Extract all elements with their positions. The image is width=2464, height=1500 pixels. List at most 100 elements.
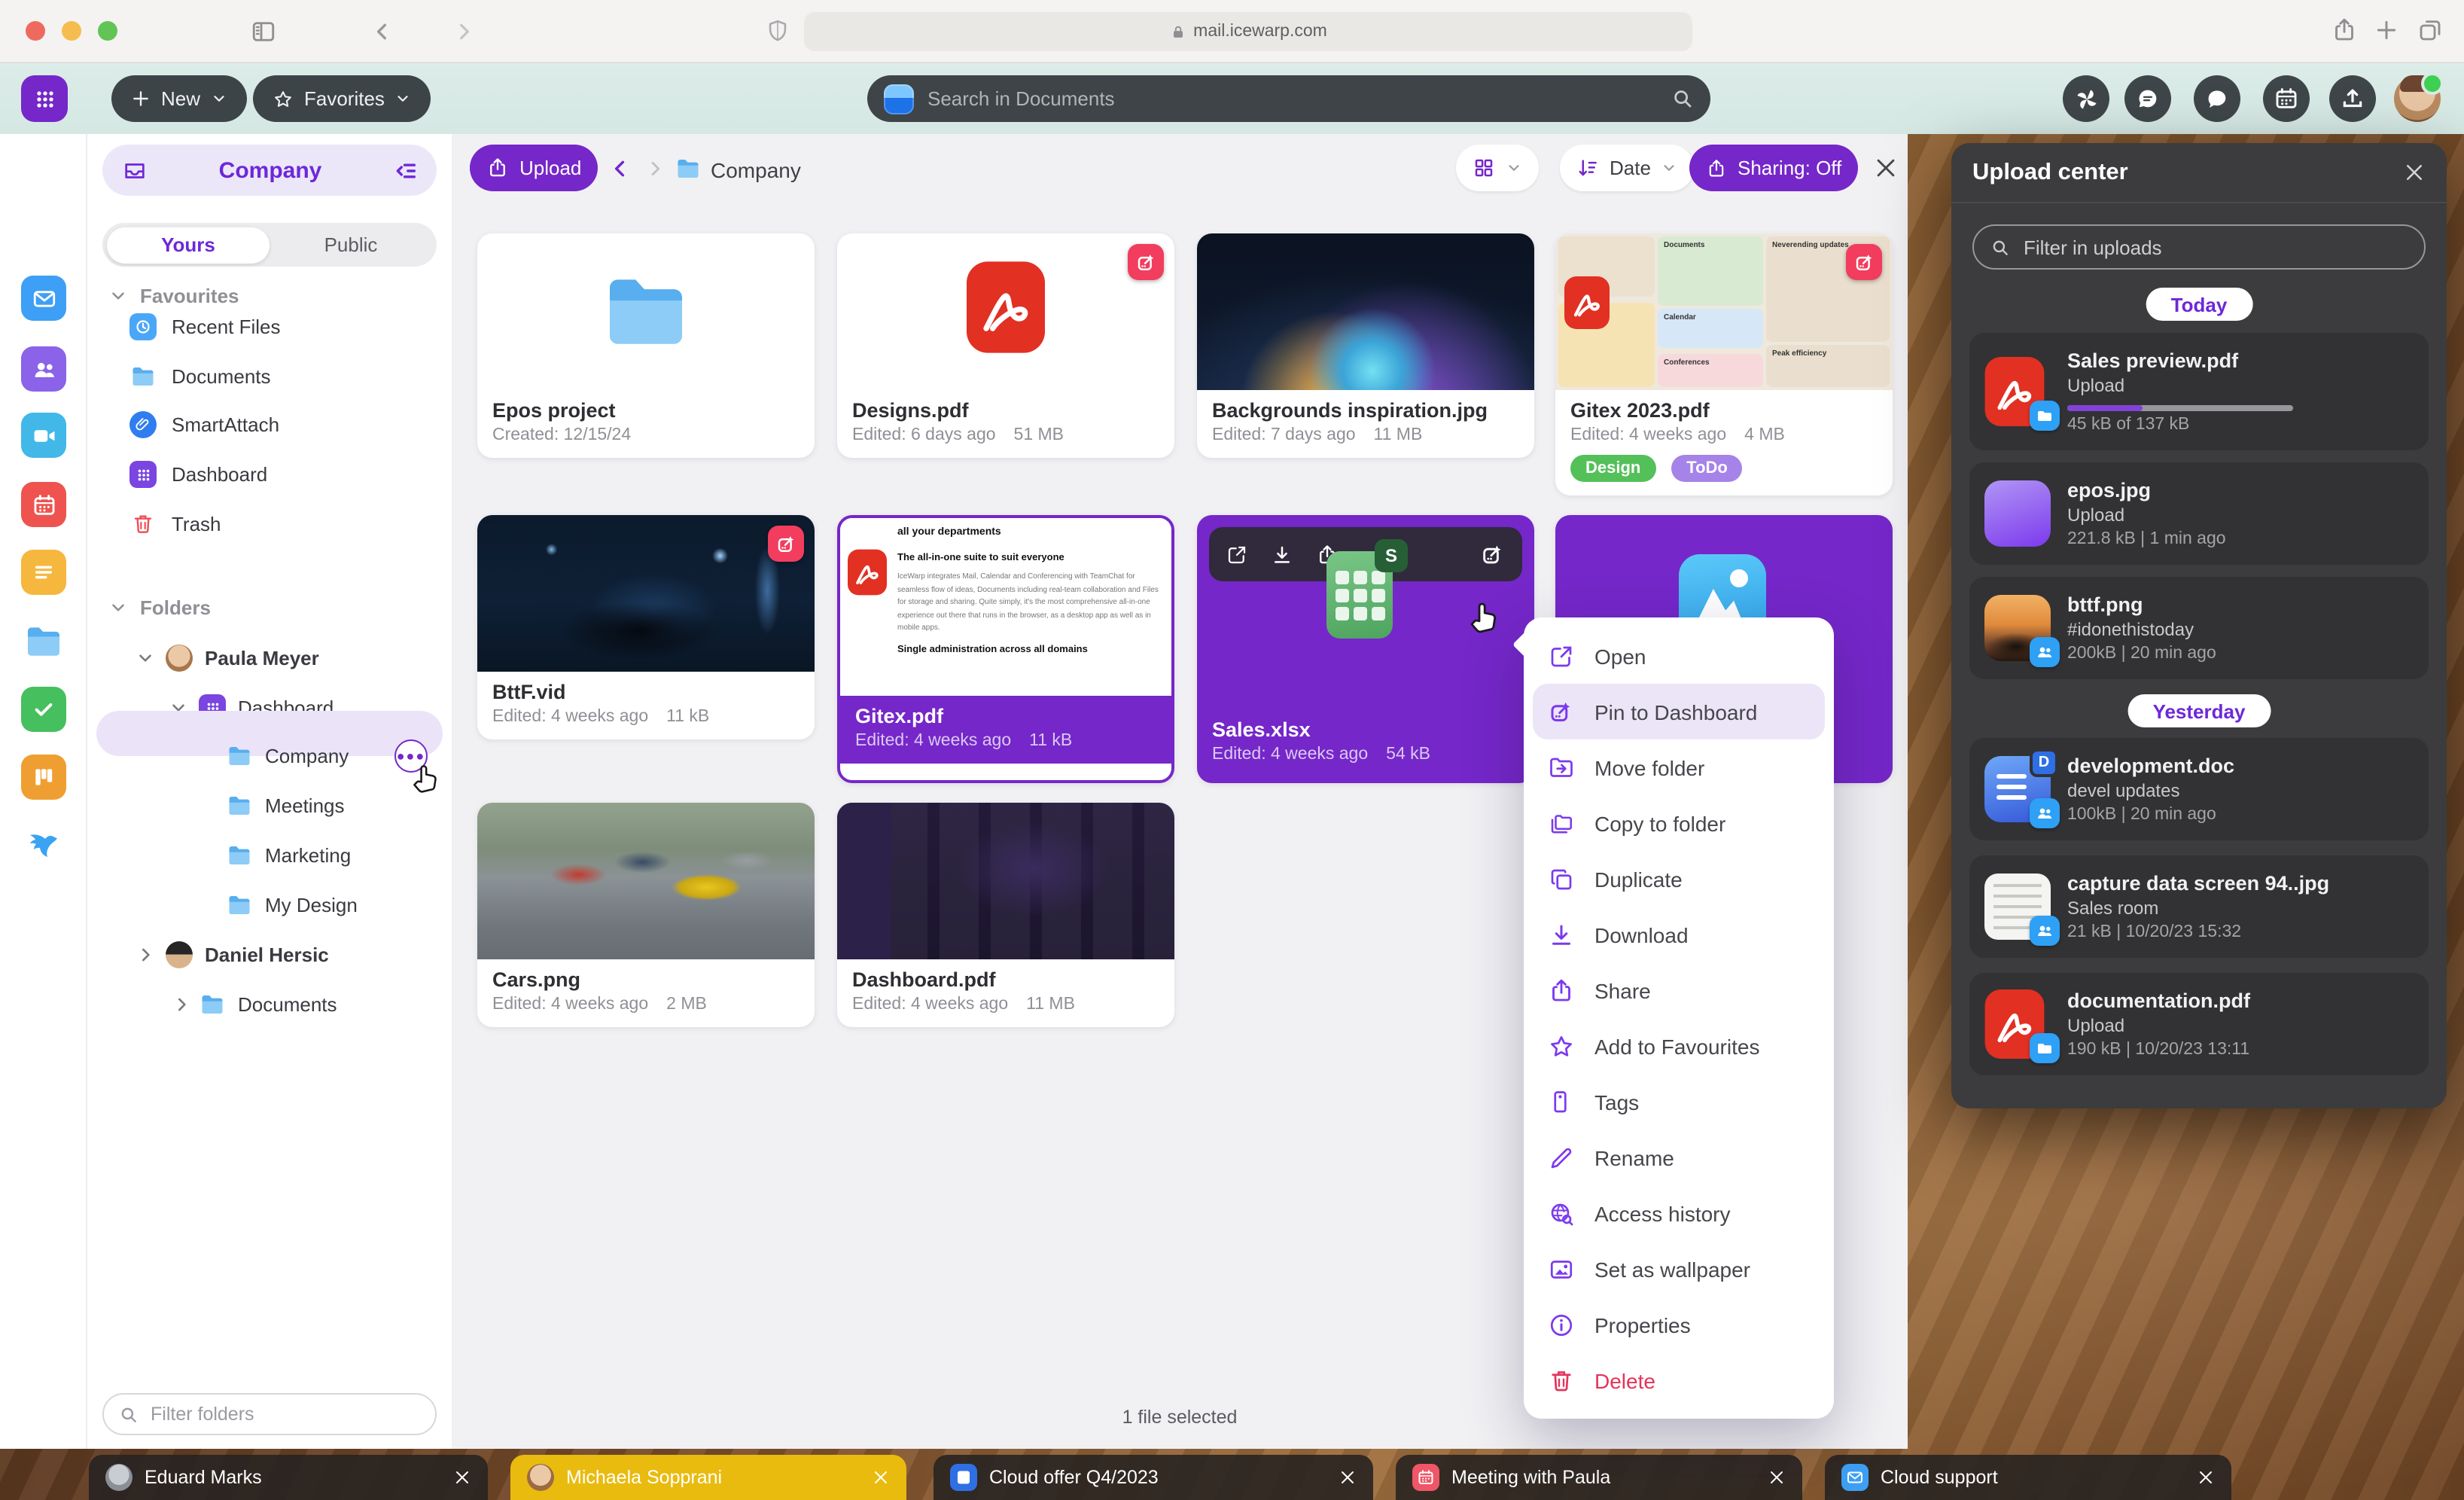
window-close-button[interactable] — [26, 21, 45, 41]
upload-center-button[interactable] — [2329, 75, 2376, 122]
chat-tab-eduard-marks[interactable]: Eduard Marks — [89, 1455, 488, 1500]
new-tab-icon[interactable] — [2374, 18, 2399, 42]
pin-icon[interactable] — [1480, 541, 1506, 567]
tree-item-meetings[interactable]: Meetings — [96, 783, 443, 828]
menu-item-pin-to-dashboard[interactable]: Pin to Dashboard — [1533, 684, 1825, 739]
menu-item-open[interactable]: Open — [1533, 628, 1825, 684]
tab-public[interactable]: Public — [270, 233, 432, 256]
sort-button[interactable]: Date — [1560, 145, 1695, 191]
close-view-icon[interactable] — [1873, 155, 1899, 181]
rail-board-icon[interactable] — [21, 755, 66, 800]
tag-todo[interactable]: ToDo — [1671, 455, 1743, 482]
breadcrumb-back-icon[interactable] — [608, 157, 632, 181]
close-icon[interactable] — [1768, 1468, 1786, 1486]
global-search[interactable] — [867, 75, 1710, 122]
back-icon[interactable] — [370, 20, 394, 44]
favorites-button[interactable]: Favorites — [253, 75, 431, 122]
sidebar-toggle-icon[interactable] — [250, 18, 277, 45]
tree-item-paula-meyer[interactable]: Paula Meyer — [96, 636, 443, 681]
rail-calendar-icon[interactable] — [21, 482, 66, 527]
tab-overview-icon[interactable] — [2417, 17, 2444, 44]
file-tile-gitex-pdf-selected[interactable]: all your departments The all-in-one suit… — [837, 515, 1174, 783]
tab-yours[interactable]: Yours — [107, 227, 270, 263]
file-tile-cars-png[interactable]: Cars.png Edited: 4 weeks ago2 MB — [477, 803, 815, 1027]
upload-item-epos-jpg[interactable]: epos.jpg Upload 221.8 kB | 1 min ago — [1969, 462, 2429, 565]
upload-button[interactable]: Upload — [470, 145, 598, 191]
search-input[interactable] — [927, 87, 1658, 110]
window-minimize-button[interactable] — [62, 21, 81, 41]
file-tile-backgrounds-jpg[interactable]: Backgrounds inspiration.jpg Edited: 7 da… — [1197, 233, 1534, 458]
breadcrumb[interactable]: Company — [711, 158, 801, 182]
rail-notes-icon[interactable] — [21, 550, 66, 595]
upload-filter[interactable] — [1972, 224, 2426, 270]
file-tile-bttf-vid[interactable]: BttF.vid Edited: 4 weeks ago11 kB — [477, 515, 815, 739]
rail-meetings-icon[interactable] — [21, 413, 66, 458]
sidebar-item-trash[interactable]: Trash — [96, 502, 443, 547]
search-icon[interactable] — [1671, 87, 1694, 110]
rail-tasks-icon[interactable] — [21, 687, 66, 732]
menu-item-tags[interactable]: Tags — [1533, 1074, 1825, 1130]
file-tile-epos-project[interactable]: Epos project Created: 12/15/24 — [477, 233, 815, 458]
sharing-toggle-button[interactable]: Sharing: Off — [1689, 145, 1858, 191]
sidebar-header[interactable]: Company — [102, 145, 437, 196]
rail-documents-icon[interactable] — [21, 619, 66, 664]
tag-design[interactable]: Design — [1570, 455, 1655, 482]
close-icon[interactable] — [872, 1468, 890, 1486]
folders-section-header[interactable]: Folders — [108, 595, 211, 619]
address-bar[interactable]: mail.icewarp.com — [804, 12, 1692, 51]
tree-item-marketing[interactable]: Marketing — [96, 833, 443, 878]
teamchat-button[interactable] — [2124, 75, 2171, 122]
chat-button[interactable] — [2194, 75, 2240, 122]
tree-item-company-selected[interactable]: Company ●●● — [96, 733, 443, 779]
tree-item-daniel-hersic[interactable]: Daniel Hersic — [96, 932, 443, 977]
chat-tab-michaela-sopprani-active[interactable]: Michaela Sopprani — [510, 1455, 906, 1500]
download-icon[interactable] — [1271, 543, 1293, 566]
calendar-button[interactable] — [2263, 75, 2310, 122]
tree-item-documents[interactable]: Documents — [96, 982, 443, 1027]
folder-filter-input[interactable] — [151, 1404, 420, 1425]
app-launcher-button[interactable] — [21, 75, 68, 122]
close-icon[interactable] — [2403, 161, 2426, 184]
rail-contacts-icon[interactable] — [21, 346, 66, 392]
rail-bird-icon[interactable] — [21, 824, 66, 869]
collapse-sidebar-icon[interactable] — [393, 157, 419, 183]
close-icon[interactable] — [453, 1468, 471, 1486]
close-icon[interactable] — [1339, 1468, 1357, 1486]
menu-item-copy-to-folder[interactable]: Copy to folder — [1533, 795, 1825, 851]
upload-item-documentation-pdf[interactable]: documentation.pdf Upload 190 kB | 10/20/… — [1969, 973, 2429, 1075]
forward-icon[interactable] — [452, 20, 476, 44]
menu-item-properties[interactable]: Properties — [1533, 1297, 1825, 1352]
upload-item-bttf-png[interactable]: bttf.png #idonethistoday 200kB | 20 min … — [1969, 577, 2429, 679]
file-tile-designs-pdf[interactable]: Designs.pdf Edited: 6 days ago51 MB — [837, 233, 1174, 458]
privacy-shield-icon[interactable] — [765, 18, 790, 44]
menu-item-add-to-favourites[interactable]: Add to Favourites — [1533, 1018, 1825, 1074]
sidebar-item-dashboard[interactable]: Dashboard — [96, 452, 443, 497]
menu-item-access-history[interactable]: Access history — [1533, 1185, 1825, 1241]
menu-item-download[interactable]: Download — [1533, 907, 1825, 962]
menu-item-set-as-wallpaper[interactable]: Set as wallpaper — [1533, 1241, 1825, 1297]
upload-item-capture-data[interactable]: capture data screen 94..jpg Sales room 2… — [1969, 855, 2429, 958]
sidebar-item-documents[interactable]: Documents — [96, 354, 443, 399]
mail-tab-cloud-support[interactable]: Cloud support — [1825, 1455, 2231, 1500]
menu-item-rename[interactable]: Rename — [1533, 1130, 1825, 1185]
upload-item-sales-preview[interactable]: Sales preview.pdf Upload 45 kB of 137 kB — [1969, 333, 2429, 450]
view-mode-button[interactable] — [1456, 145, 1539, 191]
upload-filter-input[interactable] — [2024, 236, 2408, 258]
doc-tab-cloud-offer[interactable]: Cloud offer Q4/2023 — [934, 1455, 1373, 1500]
menu-item-delete[interactable]: Delete — [1533, 1352, 1825, 1408]
rail-mail-icon[interactable] — [21, 276, 66, 321]
file-tile-gitex-2023-pdf[interactable]: Documents Neverending updates Peak effic… — [1555, 233, 1893, 495]
folder-filter[interactable] — [102, 1393, 437, 1435]
new-button[interactable]: New — [111, 75, 247, 122]
menu-item-move-folder[interactable]: Move folder — [1533, 739, 1825, 795]
user-avatar[interactable] — [2394, 75, 2441, 122]
close-icon[interactable] — [2197, 1468, 2215, 1486]
upload-item-development-doc[interactable]: D development.doc devel updates 100kB | … — [1969, 738, 2429, 840]
menu-item-share[interactable]: Share — [1533, 962, 1825, 1018]
file-tile-sales-xlsx-selected[interactable]: S Sales.xlsx Edited: 4 weeks ago54 kB — [1197, 515, 1534, 783]
tree-item-my-design[interactable]: My Design — [96, 883, 443, 928]
menu-item-duplicate[interactable]: Duplicate — [1533, 851, 1825, 907]
window-zoom-button[interactable] — [98, 21, 117, 41]
sidebar-item-recent-files[interactable]: Recent Files — [96, 304, 443, 349]
file-tile-dashboard-pdf[interactable]: Dashboard.pdf Edited: 4 weeks ago11 MB — [837, 803, 1174, 1027]
